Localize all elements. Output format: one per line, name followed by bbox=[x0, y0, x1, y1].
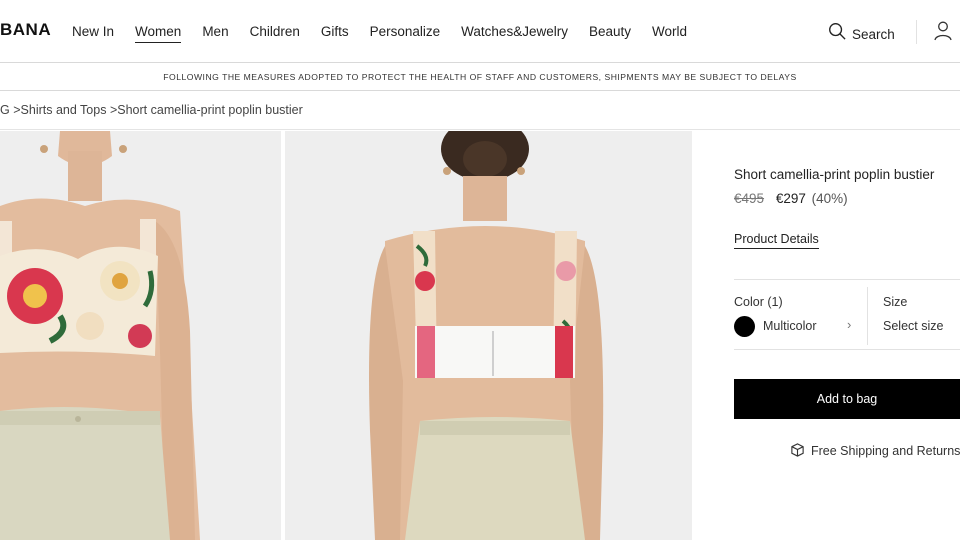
nav-watches-jewelry[interactable]: Watches&Jewelry bbox=[461, 24, 568, 43]
search-icon bbox=[828, 22, 847, 46]
nav-women[interactable]: Women bbox=[135, 24, 182, 43]
nav-beauty[interactable]: Beauty bbox=[589, 24, 631, 43]
user-icon bbox=[933, 21, 953, 46]
breadcrumb-category[interactable]: Shirts and Tops bbox=[21, 103, 107, 117]
product-info-panel: Short camellia-print poplin bustier €495… bbox=[734, 131, 960, 540]
color-value[interactable]: Multicolor bbox=[763, 319, 817, 333]
breadcrumb-trail: G >Shirts and Tops >Short camellia-print… bbox=[0, 103, 303, 117]
product-image-back[interactable] bbox=[285, 131, 692, 540]
account-button[interactable] bbox=[933, 20, 953, 47]
shipping-notice: FOLLOWING THE MEASURES ADOPTED TO PROTEC… bbox=[0, 63, 960, 91]
chevron-right-icon[interactable]: › bbox=[847, 317, 851, 332]
nav-world[interactable]: World bbox=[652, 24, 687, 43]
breadcrumb-root[interactable]: G bbox=[0, 103, 10, 117]
sale-price: €297 bbox=[775, 191, 806, 206]
site-header: BANA New In Women Men Children Gifts Per… bbox=[0, 0, 960, 63]
box-icon bbox=[790, 442, 811, 460]
color-label: Color (1) bbox=[734, 295, 783, 309]
product-image-front[interactable] bbox=[0, 131, 281, 540]
nav-men[interactable]: Men bbox=[202, 24, 228, 43]
add-to-bag-button[interactable]: Add to bag bbox=[734, 379, 960, 419]
main-nav: New In Women Men Children Gifts Personal… bbox=[72, 24, 708, 43]
color-swatch[interactable] bbox=[734, 316, 755, 337]
search-button[interactable]: Search bbox=[828, 22, 895, 46]
breadcrumb-current: Short camellia-print poplin bustier bbox=[117, 103, 303, 117]
header-divider bbox=[916, 20, 917, 44]
original-price: €495 bbox=[734, 191, 765, 206]
discount-badge: (40%) bbox=[811, 191, 848, 206]
nav-children[interactable]: Children bbox=[250, 24, 300, 43]
product-title: Short camellia-print poplin bustier bbox=[734, 167, 935, 182]
divider bbox=[734, 279, 960, 280]
divider bbox=[734, 349, 960, 350]
product-gallery bbox=[0, 131, 692, 540]
breadcrumb-separator: > bbox=[13, 103, 21, 117]
nav-personalize[interactable]: Personalize bbox=[370, 24, 441, 43]
product-details-link[interactable]: Product Details bbox=[734, 232, 819, 249]
size-selector[interactable]: Select size bbox=[883, 319, 943, 333]
vertical-divider bbox=[867, 287, 868, 345]
free-shipping-link[interactable]: Free Shipping and Returns bbox=[790, 442, 960, 460]
price-row: €495 €297 (40%) bbox=[734, 191, 848, 206]
nav-new-in[interactable]: New In bbox=[72, 24, 114, 43]
nav-gifts[interactable]: Gifts bbox=[321, 24, 349, 43]
shipping-text: Free Shipping and Returns bbox=[811, 444, 960, 458]
size-label: Size bbox=[883, 295, 908, 309]
brand-logo[interactable]: BANA bbox=[0, 20, 51, 40]
search-label: Search bbox=[852, 26, 895, 42]
breadcrumb: G >Shirts and Tops >Short camellia-print… bbox=[0, 92, 960, 130]
